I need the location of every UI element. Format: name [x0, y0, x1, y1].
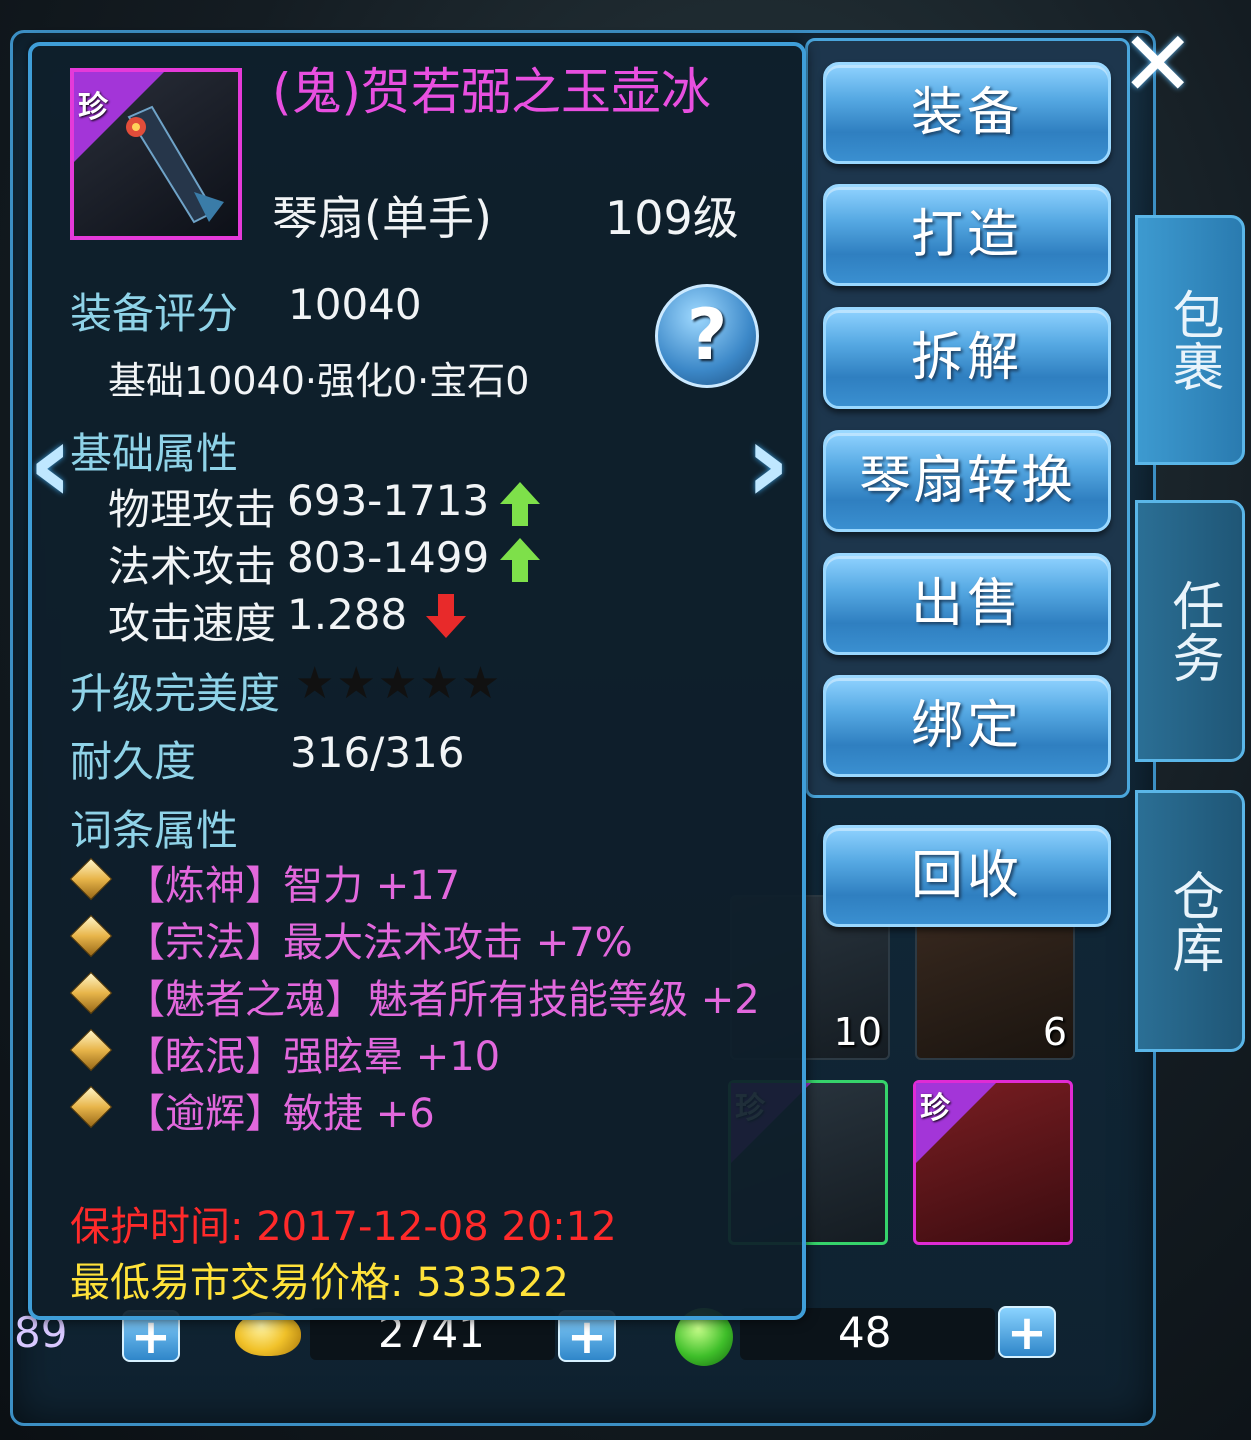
- protect-time: 保护时间: 2017-12-08 20:12: [70, 1204, 617, 1250]
- forge-button[interactable]: 打造: [823, 184, 1111, 286]
- fan-weapon-icon: [126, 105, 224, 224]
- affix-text: 最大法术攻击 +7%: [283, 920, 633, 966]
- affix-text: 强眩晕 +10: [283, 1034, 501, 1080]
- affix-text: 智力 +17: [283, 863, 461, 909]
- attr-value: 803-1499: [287, 533, 490, 582]
- durability-label: 耐久度: [70, 737, 197, 786]
- attr-name: 法术攻击: [108, 542, 277, 591]
- help-button[interactable]: ?: [655, 284, 759, 388]
- recycle-button[interactable]: 回收: [823, 825, 1111, 927]
- close-icon[interactable]: ✕: [1120, 20, 1195, 110]
- tab-warehouse-label: 仓库: [1163, 869, 1223, 973]
- rare-tag: 珍: [916, 1083, 996, 1163]
- affix-text: 魅者所有技能等级 +2: [368, 977, 760, 1023]
- next-arrow-icon[interactable]: ›: [745, 408, 790, 518]
- item-name: (鬼)贺若弼之玉壶冰: [272, 63, 712, 121]
- score-value: 10040: [288, 280, 422, 329]
- convert-button[interactable]: 琴扇转换: [823, 430, 1111, 532]
- attr-value: 1.288: [287, 590, 408, 639]
- slot-count: 6: [1042, 1010, 1067, 1054]
- perfection-stars: ★★★★★: [295, 658, 503, 709]
- add-currency-3-button[interactable]: +: [998, 1306, 1056, 1358]
- item-icon: 珍: [70, 68, 242, 240]
- tab-quest[interactable]: 任务: [1135, 500, 1245, 762]
- equip-button[interactable]: 装备: [823, 62, 1111, 164]
- arrow-down-icon: [426, 594, 466, 638]
- affix-tag: 【逾辉】: [125, 1091, 285, 1137]
- affix-text: 敏捷 +6: [283, 1091, 435, 1137]
- perfection-label: 升级完美度: [70, 669, 281, 718]
- arrow-up-icon: [500, 482, 540, 526]
- tab-warehouse[interactable]: 仓库: [1135, 790, 1245, 1052]
- slot-count: 10: [833, 1010, 882, 1054]
- score-breakdown: 基础10040·强化0·宝石0: [108, 359, 530, 403]
- arrow-up-icon: [500, 538, 540, 582]
- base-attrs-heading: 基础属性: [70, 429, 239, 478]
- attr-name: 攻击速度: [108, 599, 277, 648]
- tab-bag[interactable]: 包裹: [1135, 215, 1245, 465]
- affixes-heading: 词条属性: [70, 806, 239, 855]
- affix-tag: 【魅者之魂】: [125, 977, 365, 1023]
- sell-button[interactable]: 出售: [823, 553, 1111, 655]
- dismantle-button[interactable]: 拆解: [823, 307, 1111, 409]
- currency-3-value: 48: [838, 1308, 892, 1357]
- tab-quest-label: 任务: [1163, 579, 1223, 683]
- affix-tag: 【眩泯】: [125, 1034, 285, 1080]
- affix-tag: 【炼神】: [125, 863, 285, 909]
- min-trade-price: 最低易市交易价格: 533522: [70, 1260, 569, 1306]
- bag-slot-rare[interactable]: 珍: [913, 1080, 1073, 1245]
- prev-arrow-icon[interactable]: ‹: [28, 408, 73, 518]
- bind-button[interactable]: 绑定: [823, 675, 1111, 777]
- item-level: 109级: [605, 191, 739, 245]
- attr-value: 693-1713: [287, 476, 490, 525]
- tab-bag-label: 包裹: [1163, 288, 1223, 392]
- attr-name: 物理攻击: [108, 485, 277, 534]
- durability-value: 316/316: [290, 728, 465, 777]
- item-type: 琴扇(单手): [272, 191, 492, 245]
- score-label: 装备评分: [70, 289, 239, 338]
- affix-tag: 【宗法】: [125, 920, 285, 966]
